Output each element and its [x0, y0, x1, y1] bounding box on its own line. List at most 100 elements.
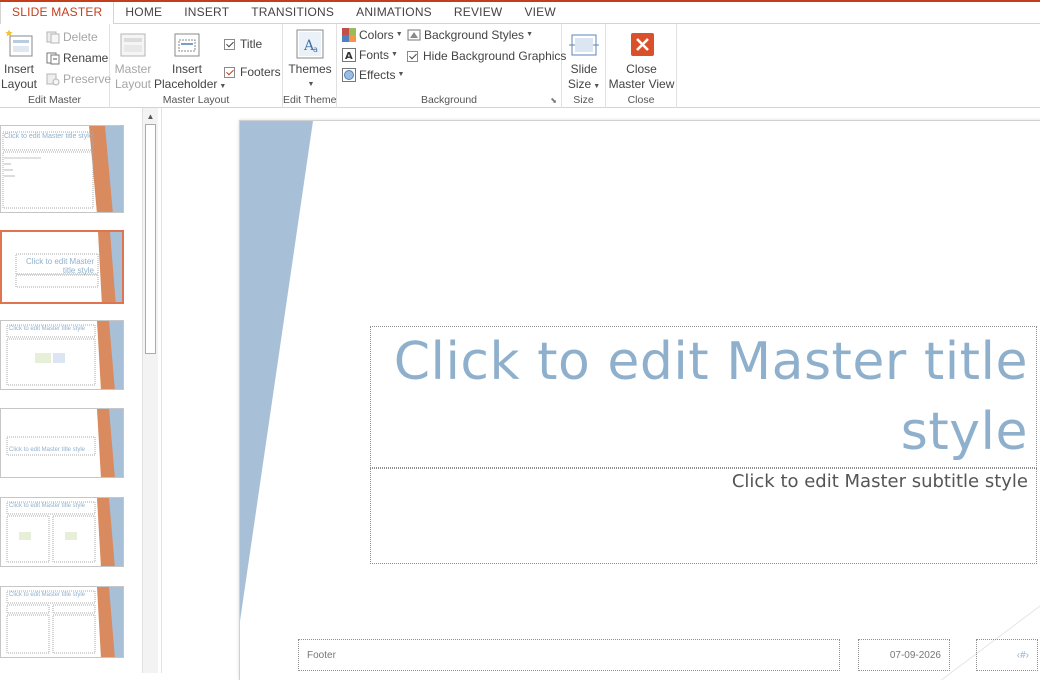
- slide-subtitle: Click to edit Master subtitle style: [731, 471, 1028, 492]
- effects-button[interactable]: Effects ▼: [342, 65, 404, 85]
- date-text: 07-09-2026: [889, 650, 941, 661]
- fonts-label: Fonts: [359, 48, 390, 62]
- scroll-up-icon[interactable]: ▲: [143, 110, 158, 124]
- slide-size-button[interactable]: Slide Size ▼: [562, 30, 606, 94]
- tab-view[interactable]: VIEW: [513, 2, 566, 24]
- themes-label: Themes: [288, 62, 332, 76]
- hide-background-graphics-label: Hide Background Graphics: [423, 49, 567, 63]
- fonts-icon: A: [342, 48, 356, 62]
- svg-text:A: A: [345, 51, 353, 62]
- thumbnail-slide-master[interactable]: Click to edit Master title style: [0, 125, 124, 213]
- colors-icon: [342, 28, 356, 42]
- master-layout-label-1: Master: [114, 62, 152, 76]
- thumbnail-scrollbar[interactable]: ▲: [142, 108, 158, 673]
- chevron-down-icon: ▼: [593, 83, 601, 90]
- slide-size-icon: [569, 34, 599, 56]
- insert-placeholder-button[interactable]: Insert Placeholder ▼: [154, 30, 226, 94]
- thumbnail-title: Click to edit Master title style: [9, 503, 86, 509]
- slide-thumbnail-pane: Click to edit Master title style Click t…: [0, 108, 162, 673]
- chevron-down-icon: ▼: [391, 51, 398, 58]
- background-styles-button[interactable]: Background Styles ▼: [407, 25, 533, 45]
- insert-layout-label-1: Insert: [3, 62, 34, 76]
- slide-size-text: Size: [567, 77, 592, 91]
- chevron-down-icon: ▼: [397, 71, 405, 78]
- thumbnail-title-slide-layout[interactable]: Click to edit Master title style: [0, 230, 124, 304]
- ribbon-tabs: SLIDE MASTER HOME INSERT TRANSITIONS ANI…: [0, 0, 1040, 26]
- master-layout-icon: [120, 33, 146, 57]
- insert-layout-button[interactable]: Insert Layout: [0, 30, 42, 92]
- checkbox-icon: [224, 38, 235, 50]
- tab-review[interactable]: REVIEW: [443, 2, 514, 24]
- colors-button[interactable]: Colors ▼: [342, 25, 403, 45]
- slide-canvas: Click to edit Master title style Click t…: [239, 120, 1040, 680]
- thumbnail-comparison-layout[interactable]: Click to edit Master title style: [0, 586, 124, 658]
- effects-label: Effects: [359, 68, 396, 82]
- delete-button[interactable]: Delete: [46, 27, 98, 47]
- tab-home[interactable]: HOME: [114, 2, 173, 24]
- group-size: Slide Size ▼ Size: [562, 24, 606, 108]
- preserve-button[interactable]: Preserve: [46, 69, 111, 89]
- rename-button[interactable]: Rename: [46, 48, 108, 68]
- date-placeholder[interactable]: 07-09-2026: [858, 639, 950, 671]
- insert-placeholder-icon: [174, 33, 200, 57]
- rename-label: Rename: [63, 51, 109, 65]
- group-label-edit-theme: Edit Theme: [283, 94, 337, 106]
- slide-size-label-2: Size ▼: [562, 77, 606, 94]
- group-label-background: Background: [420, 94, 478, 106]
- footers-checkbox-label: Footers: [240, 65, 281, 79]
- ribbon: Insert Layout Delete Rename Preserve Edi…: [0, 24, 1040, 108]
- thumbnail-section-header-layout[interactable]: Click to edit Master title style: [0, 408, 124, 478]
- themes-button[interactable]: A a Themes ▼: [285, 28, 335, 92]
- slide-editing-area: Click to edit Master title style Click t…: [162, 108, 1040, 680]
- title-checkbox-label: Title: [240, 37, 263, 51]
- effects-icon: [342, 68, 356, 82]
- fonts-button[interactable]: A Fonts ▼: [342, 45, 398, 65]
- thumbnail-graphic: [6, 409, 123, 477]
- chevron-down-icon: ▼: [307, 81, 315, 88]
- group-close: Close Master View Close: [606, 24, 677, 108]
- themes-icon: A a: [296, 29, 324, 59]
- slide-size-label-1: Slide: [570, 62, 598, 76]
- thumbnail-title-content-layout[interactable]: Click to edit Master title style: [0, 320, 124, 390]
- chevron-down-icon: ▼: [395, 31, 403, 38]
- thumbnail-title: Click to edit Master title style: [4, 133, 93, 140]
- tab-slide-master[interactable]: SLIDE MASTER: [0, 2, 115, 26]
- checkbox-icon: [224, 66, 235, 78]
- group-label-master-layout: Master Layout: [162, 94, 230, 106]
- slide-title: Click to edit Master title style: [388, 327, 1028, 467]
- thumbnail-two-content-layout[interactable]: Click to edit Master title style: [0, 497, 124, 567]
- footers-checkbox[interactable]: Footers: [224, 62, 281, 82]
- chevron-down-icon: ▼: [219, 83, 227, 90]
- slide-title-line-2: style: [900, 402, 1028, 462]
- subtitle-placeholder[interactable]: Click to edit Master subtitle style: [370, 468, 1037, 564]
- insert-layout-label-2: Layout: [0, 77, 38, 91]
- group-label-edit-master: Edit Master: [27, 94, 82, 106]
- tab-transitions[interactable]: TRANSITIONS: [240, 2, 345, 24]
- dialog-launcher-icon[interactable]: ⬊: [550, 96, 557, 105]
- group-label-size: Size: [573, 94, 594, 106]
- close-master-label-1: Close: [626, 62, 657, 76]
- checkbox-icon: [407, 50, 418, 62]
- footer-text: Footer: [307, 650, 336, 661]
- slide-number-placeholder[interactable]: ‹#›: [976, 639, 1038, 671]
- tab-insert[interactable]: INSERT: [173, 2, 240, 24]
- group-label-close: Close: [627, 94, 655, 106]
- master-layout-label-2: Layout: [114, 77, 152, 91]
- master-layout-button[interactable]: Master Layout: [113, 30, 153, 92]
- close-master-view-button[interactable]: Close Master View: [608, 30, 675, 92]
- thumbnail-title: Click to edit Master title style: [9, 592, 86, 598]
- hide-background-graphics-checkbox[interactable]: Hide Background Graphics: [407, 46, 566, 66]
- preserve-label: Preserve: [63, 72, 112, 86]
- thumbnail-title: Click to edit Master title style: [9, 326, 86, 332]
- title-checkbox[interactable]: Title: [224, 34, 262, 54]
- delete-icon: [46, 31, 60, 44]
- close-icon: [630, 33, 654, 56]
- scrollbar-thumb[interactable]: [145, 124, 156, 354]
- insert-layout-icon: [5, 30, 33, 57]
- svg-text:a: a: [313, 45, 318, 54]
- chevron-down-icon: ▼: [526, 31, 533, 38]
- footer-placeholder[interactable]: Footer: [298, 639, 840, 671]
- tab-animations[interactable]: ANIMATIONS: [345, 2, 443, 24]
- title-placeholder[interactable]: Click to edit Master title style: [370, 326, 1037, 468]
- preserve-icon: [46, 73, 60, 86]
